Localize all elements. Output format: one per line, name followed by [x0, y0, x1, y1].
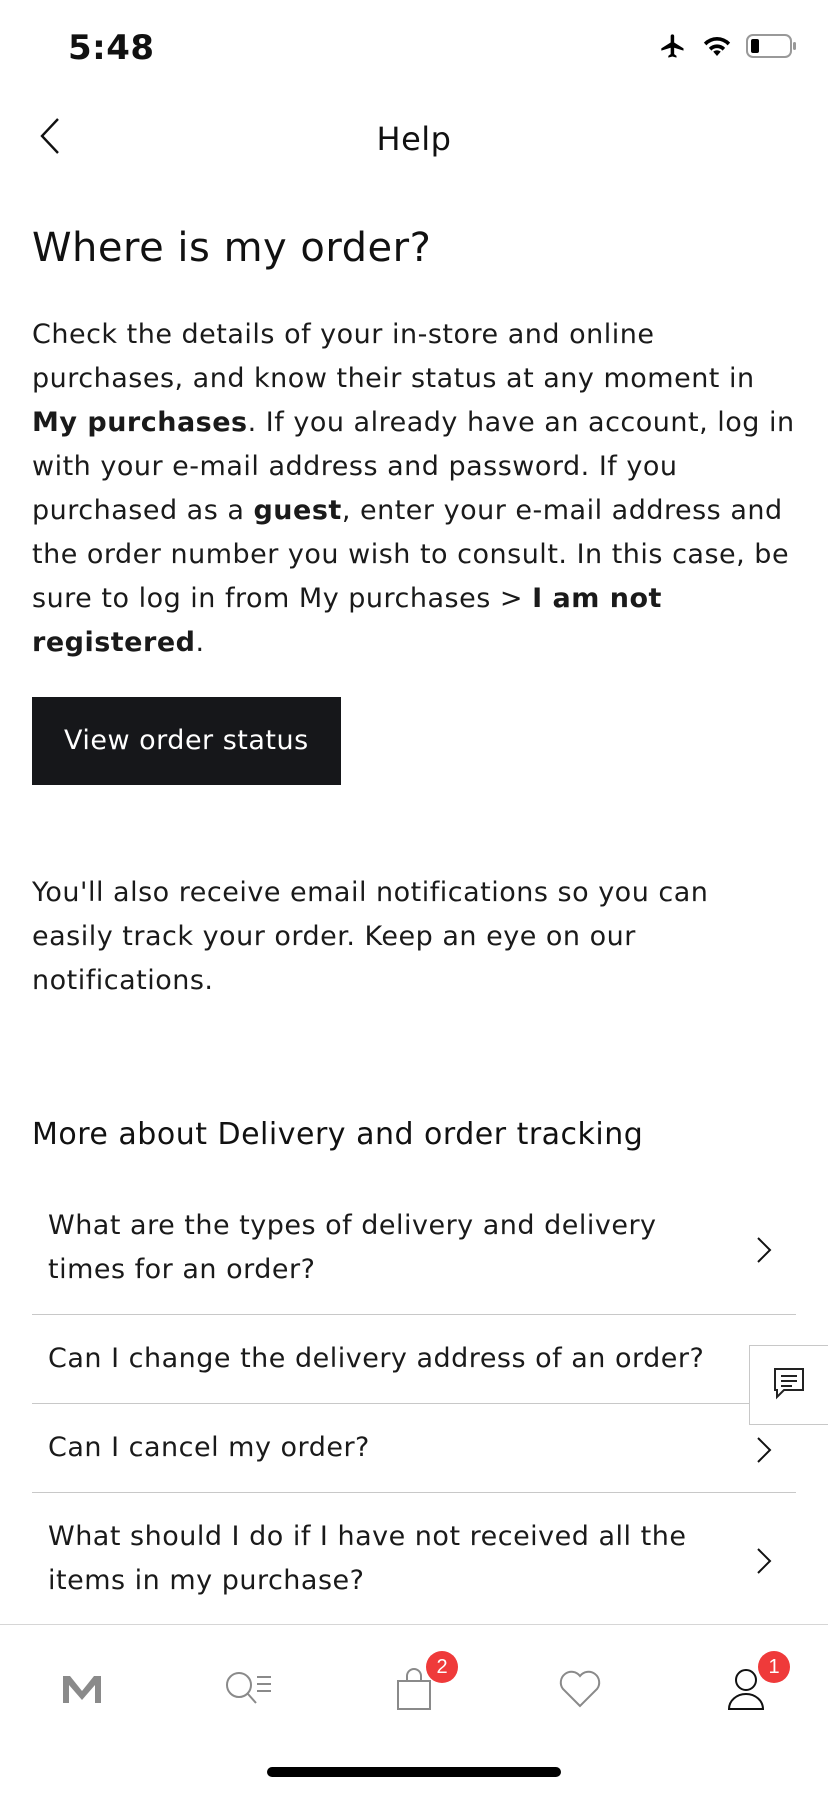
article-content: Where is my order? Check the details of … — [32, 225, 796, 1626]
heart-icon — [558, 1669, 602, 1713]
tab-home[interactable] — [52, 1661, 112, 1721]
logo-m-icon — [61, 1673, 103, 1709]
page-header-title: Help — [376, 120, 452, 158]
wifi-icon — [702, 34, 732, 62]
related-section-title: More about Delivery and order tracking — [32, 1117, 644, 1152]
article-title: Where is my order? — [32, 225, 432, 271]
faq-item-label: What should I do if I have not received … — [48, 1521, 687, 1596]
chat-button[interactable] — [749, 1345, 828, 1425]
battery-icon — [746, 33, 798, 63]
tab-account[interactable]: 1 — [716, 1651, 790, 1721]
status-icons — [658, 32, 798, 64]
chevron-right-icon — [756, 1545, 772, 1574]
article-paragraph: Check the details of your in-store and o… — [32, 313, 796, 665]
status-bar: 5:48 — [0, 0, 828, 100]
nav-bar: Help — [0, 100, 828, 180]
paragraph-text: . — [195, 627, 205, 658]
bag-count-badge: 2 — [426, 1651, 458, 1683]
tab-search[interactable] — [218, 1661, 278, 1721]
faq-list: What are the types of delivery and deliv… — [32, 1182, 796, 1626]
faq-item-cancel-order[interactable]: Can I cancel my order? — [32, 1404, 796, 1493]
tab-favorites[interactable] — [550, 1661, 610, 1721]
faq-item-label: What are the types of delivery and deliv… — [48, 1210, 657, 1285]
status-time: 5:48 — [68, 28, 155, 68]
my-purchases-link: My purchases — [32, 407, 248, 438]
paragraph-text: Check the details of your in-store and o… — [32, 319, 755, 394]
chevron-right-icon — [756, 1434, 772, 1463]
search-menu-icon — [223, 1669, 273, 1713]
faq-item-label: Can I change the delivery address of an … — [48, 1343, 705, 1374]
faq-item-label: Can I cancel my order? — [48, 1432, 370, 1463]
home-indicator — [267, 1767, 561, 1777]
guest-emphasis: guest — [253, 495, 342, 526]
account-notification-badge: 1 — [758, 1651, 790, 1683]
tab-bag[interactable]: 2 — [384, 1651, 458, 1721]
faq-item-change-address[interactable]: Can I change the delivery address of an … — [32, 1315, 796, 1404]
chevron-right-icon — [756, 1234, 772, 1263]
view-order-status-button[interactable]: View order status — [32, 697, 341, 785]
notification-paragraph: You'll also receive email notifications … — [32, 877, 709, 996]
airplane-icon — [658, 32, 688, 64]
faq-item-missing-items[interactable]: What should I do if I have not received … — [32, 1493, 796, 1626]
faq-item-delivery-types[interactable]: What are the types of delivery and deliv… — [32, 1182, 796, 1315]
chat-icon — [772, 1366, 806, 1404]
